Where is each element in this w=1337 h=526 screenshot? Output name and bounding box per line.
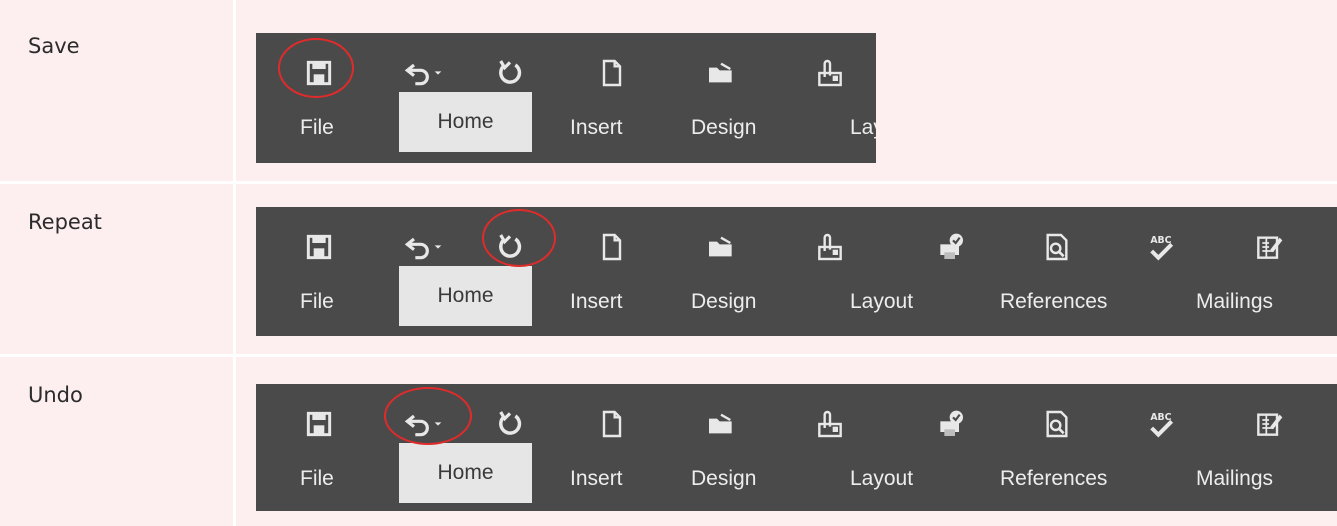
row-label: Save	[28, 34, 80, 58]
edit-icon[interactable]	[1249, 227, 1289, 267]
tab-references[interactable]: References	[1000, 467, 1107, 491]
tab-layout[interactable]: Layout	[850, 116, 876, 140]
tab-file[interactable]: File	[300, 290, 334, 314]
attach-icon[interactable]	[810, 53, 850, 93]
tab-layout[interactable]: Layout	[850, 290, 913, 314]
tab-references[interactable]: References	[1000, 290, 1107, 314]
tab-home[interactable]: Home	[399, 266, 532, 326]
row-repeat: Repeat ABC File Home Insert Design Layout Refe…	[0, 184, 1337, 357]
ribbon: File Home Insert Design Layout	[256, 33, 876, 163]
open-folder-icon[interactable]	[701, 227, 741, 267]
tab-design[interactable]: Design	[691, 116, 756, 140]
find-icon[interactable]	[1037, 404, 1077, 444]
tab-mailings[interactable]: Mailings	[1196, 467, 1273, 491]
row-undo: Undo ABC File Home Insert Design Layout Refere…	[0, 357, 1337, 526]
attach-icon[interactable]	[810, 227, 850, 267]
tab-mailings[interactable]: Mailings	[1196, 290, 1273, 314]
quick-access-reference-table: Save File Home Insert Design Layout Repeat A…	[0, 0, 1337, 526]
svg-text:ABC: ABC	[1150, 412, 1171, 423]
svg-text:ABC: ABC	[1150, 235, 1171, 246]
tab-insert[interactable]: Insert	[570, 290, 623, 314]
new-document-icon[interactable]	[592, 53, 632, 93]
row-label: Repeat	[28, 210, 102, 234]
row-save: Save File Home Insert Design Layout	[0, 0, 1337, 184]
ribbon: ABC File Home Insert Design Layout References M…	[256, 384, 1337, 511]
open-folder-icon[interactable]	[701, 53, 741, 93]
repeat-icon[interactable]	[490, 404, 530, 444]
save-icon[interactable]	[299, 404, 339, 444]
tab-design[interactable]: Design	[691, 290, 756, 314]
repeat-icon[interactable]	[490, 53, 530, 93]
new-document-icon[interactable]	[592, 227, 632, 267]
attach-icon[interactable]	[810, 404, 850, 444]
spelling-icon[interactable]: ABC	[1141, 404, 1181, 444]
save-icon[interactable]	[299, 227, 339, 267]
highlight-circle	[482, 209, 556, 267]
tab-home[interactable]: Home	[399, 92, 532, 152]
tab-file[interactable]: File	[300, 116, 334, 140]
new-document-icon[interactable]	[592, 404, 632, 444]
highlight-circle	[278, 38, 354, 98]
undo-dropdown-icon[interactable]	[428, 53, 448, 93]
tab-layout[interactable]: Layout	[850, 467, 913, 491]
tab-insert[interactable]: Insert	[570, 467, 623, 491]
row-label: Undo	[28, 383, 83, 407]
undo-dropdown-icon[interactable]	[428, 227, 448, 267]
print-preview-icon[interactable]	[931, 404, 971, 444]
tab-insert[interactable]: Insert	[570, 116, 623, 140]
print-preview-icon[interactable]	[931, 227, 971, 267]
tab-home[interactable]: Home	[399, 443, 532, 503]
open-folder-icon[interactable]	[701, 404, 741, 444]
tab-design[interactable]: Design	[691, 467, 756, 491]
tab-file[interactable]: File	[300, 467, 334, 491]
edit-icon[interactable]	[1249, 404, 1289, 444]
highlight-circle	[384, 387, 472, 445]
spelling-icon[interactable]: ABC	[1141, 227, 1181, 267]
find-icon[interactable]	[1037, 227, 1077, 267]
ribbon: ABC File Home Insert Design Layout References M…	[256, 207, 1337, 336]
